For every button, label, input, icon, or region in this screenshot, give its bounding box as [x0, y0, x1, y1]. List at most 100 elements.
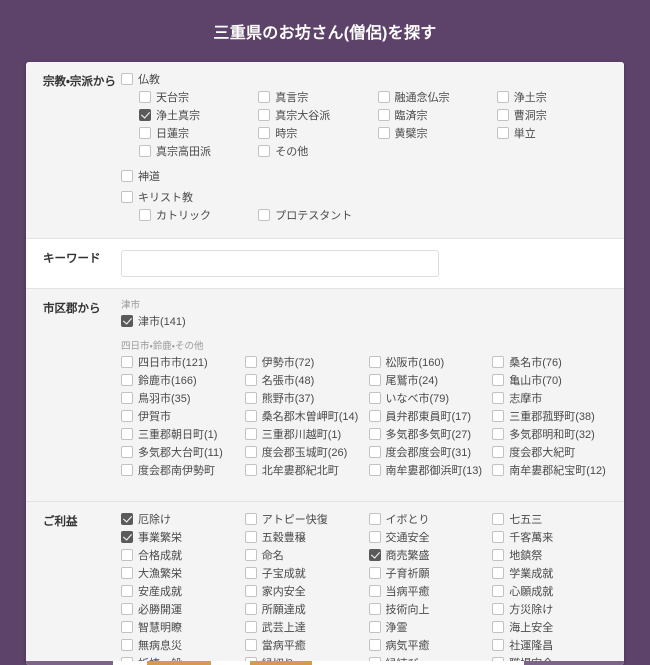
checkbox-city[interactable]: 松阪市(160)	[368, 356, 489, 370]
checkbox-box[interactable]	[244, 531, 257, 544]
checkbox-box[interactable]	[368, 603, 381, 616]
checkbox-city[interactable]: 三重郡川越町(1)	[244, 428, 365, 442]
checkbox-box-checked[interactable]	[121, 531, 133, 544]
checkbox-benefit[interactable]: 千客萬来	[492, 531, 612, 545]
checkbox-city[interactable]: 名張市(48)	[244, 374, 365, 388]
checkbox-sect[interactable]: 浄土真宗	[139, 109, 254, 123]
checkbox-box[interactable]	[377, 127, 390, 140]
checkbox-city[interactable]: 多気郡明和町(32)	[492, 428, 612, 442]
checkbox-box[interactable]	[244, 464, 257, 477]
checkbox-city[interactable]: 多気郡大台町(11)	[121, 446, 241, 460]
checkbox-benefit[interactable]: 安産成就	[121, 585, 241, 599]
checkbox-benefit[interactable]: イボとり	[368, 513, 489, 527]
checkbox-sect[interactable]: 天台宗	[139, 91, 254, 105]
checkbox-box[interactable]	[368, 531, 381, 544]
checkbox-benefit[interactable]: 七五三	[492, 513, 612, 527]
checkbox-box[interactable]	[121, 567, 133, 580]
checkbox-box[interactable]	[258, 209, 271, 222]
checkbox-box[interactable]	[492, 410, 505, 423]
checkbox-box[interactable]	[121, 549, 133, 562]
checkbox-benefit[interactable]: 海上安全	[492, 621, 612, 635]
checkbox-box[interactable]	[492, 374, 505, 387]
checkbox-benefit[interactable]: 技術向上	[368, 603, 489, 617]
checkbox-box[interactable]	[244, 513, 257, 526]
checkbox-benefit[interactable]: 交通安全	[368, 531, 489, 545]
checkbox-benefit[interactable]: 方災除け	[492, 603, 612, 617]
checkbox-benefit[interactable]: 事業繁栄	[121, 531, 241, 545]
checkbox-box[interactable]	[121, 639, 133, 652]
checkbox-benefit[interactable]: 商売繁盛	[368, 549, 489, 563]
checkbox-box[interactable]	[258, 91, 271, 104]
checkbox-shinto[interactable]: 神道	[121, 170, 612, 184]
checkbox-sect[interactable]: 浄土宗	[496, 91, 612, 105]
checkbox-box[interactable]	[244, 639, 257, 652]
checkbox-box[interactable]	[492, 446, 505, 459]
checkbox-sect[interactable]: 融通念仏宗	[377, 91, 493, 105]
checkbox-box[interactable]	[244, 392, 257, 405]
checkbox-box[interactable]	[377, 109, 390, 122]
checkbox-benefit[interactable]: 所願達成	[244, 603, 365, 617]
checkbox-box-checked[interactable]	[121, 513, 133, 526]
checkbox-box[interactable]	[244, 410, 257, 423]
checkbox-city[interactable]: 桑名市(76)	[492, 356, 612, 370]
checkbox-box[interactable]	[496, 109, 509, 122]
checkbox-benefit[interactable]: 命名	[244, 549, 365, 563]
checkbox-benefit[interactable]: 子育祈願	[368, 567, 489, 581]
checkbox-city[interactable]: 北牟婁郡紀北町	[244, 464, 365, 478]
checkbox-box[interactable]	[368, 446, 381, 459]
checkbox-christian-sect[interactable]: カトリック	[139, 209, 254, 223]
checkbox-box[interactable]	[492, 513, 505, 526]
checkbox-city[interactable]: 伊賀市	[121, 410, 241, 424]
checkbox-city[interactable]: 南牟婁郡紀宝町(12)	[492, 464, 612, 478]
checkbox-benefit[interactable]: 合格成就	[121, 549, 241, 563]
checkbox-box[interactable]	[368, 392, 381, 405]
checkbox-box[interactable]	[496, 91, 509, 104]
checkbox-city[interactable]: 熊野市(37)	[244, 392, 365, 406]
checkbox-christianity[interactable]: キリスト教	[121, 191, 612, 205]
checkbox-box-checked[interactable]	[139, 109, 151, 122]
checkbox-benefit[interactable]: 浄霊	[368, 621, 489, 635]
checkbox-sect[interactable]: 臨済宗	[377, 109, 493, 123]
checkbox-city[interactable]: 度会郡南伊勢町	[121, 464, 241, 478]
checkbox-city[interactable]: 度会郡度会町(31)	[368, 446, 489, 460]
checkbox-sect[interactable]: その他	[258, 145, 373, 159]
checkbox-box[interactable]	[492, 392, 505, 405]
checkbox-benefit[interactable]: 子宝成就	[244, 567, 365, 581]
checkbox-city[interactable]: 鈴鹿市(166)	[121, 374, 241, 388]
checkbox-benefit[interactable]: 智慧明瞭	[121, 621, 241, 635]
checkbox-box[interactable]	[368, 585, 381, 598]
checkbox-city[interactable]: 鳥羽市(35)	[121, 392, 241, 406]
checkbox-city[interactable]: 桑名郡木曽岬町(14)	[244, 410, 365, 424]
checkbox-city[interactable]: いなべ市(79)	[368, 392, 489, 406]
checkbox-box[interactable]	[258, 109, 271, 122]
checkbox-box[interactable]	[139, 209, 151, 222]
checkbox-box[interactable]	[492, 356, 505, 369]
checkbox-city[interactable]: 四日市市(121)	[121, 356, 241, 370]
checkbox-box[interactable]	[121, 428, 133, 441]
checkbox-benefit[interactable]: 当病平癒	[368, 585, 489, 599]
checkbox-sect[interactable]: 真宗高田派	[139, 145, 254, 159]
checkbox-sect[interactable]: 黄檗宗	[377, 127, 493, 141]
checkbox-city[interactable]: 三重郡菰野町(38)	[492, 410, 612, 424]
checkbox-buddhism[interactable]: 仏教	[121, 73, 612, 87]
checkbox-box[interactable]	[492, 639, 505, 652]
checkbox-benefit[interactable]: アトピー快復	[244, 513, 365, 527]
checkbox-box[interactable]	[492, 464, 505, 477]
checkbox-benefit[interactable]: 無病息災	[121, 639, 241, 653]
checkbox-city[interactable]: 南牟婁郡御浜町(13)	[368, 464, 489, 478]
checkbox-box[interactable]	[139, 127, 151, 140]
checkbox-city[interactable]: 伊勢市(72)	[244, 356, 365, 370]
checkbox-box[interactable]	[244, 428, 257, 441]
search-input[interactable]	[121, 250, 439, 278]
checkbox-box[interactable]	[492, 621, 505, 634]
checkbox-box-checked[interactable]	[368, 549, 381, 562]
checkbox-box[interactable]	[368, 513, 381, 526]
checkbox-box[interactable]	[258, 127, 271, 140]
checkbox-box[interactable]	[121, 374, 133, 387]
checkbox-box[interactable]	[244, 621, 257, 634]
checkbox-benefit[interactable]: 地鎮祭	[492, 549, 612, 563]
checkbox-sect[interactable]: 単立	[496, 127, 612, 141]
checkbox-benefit[interactable]: 心願成就	[492, 585, 612, 599]
checkbox-benefit[interactable]: 必勝開運	[121, 603, 241, 617]
checkbox-city[interactable]: 津市(141)	[121, 315, 241, 329]
